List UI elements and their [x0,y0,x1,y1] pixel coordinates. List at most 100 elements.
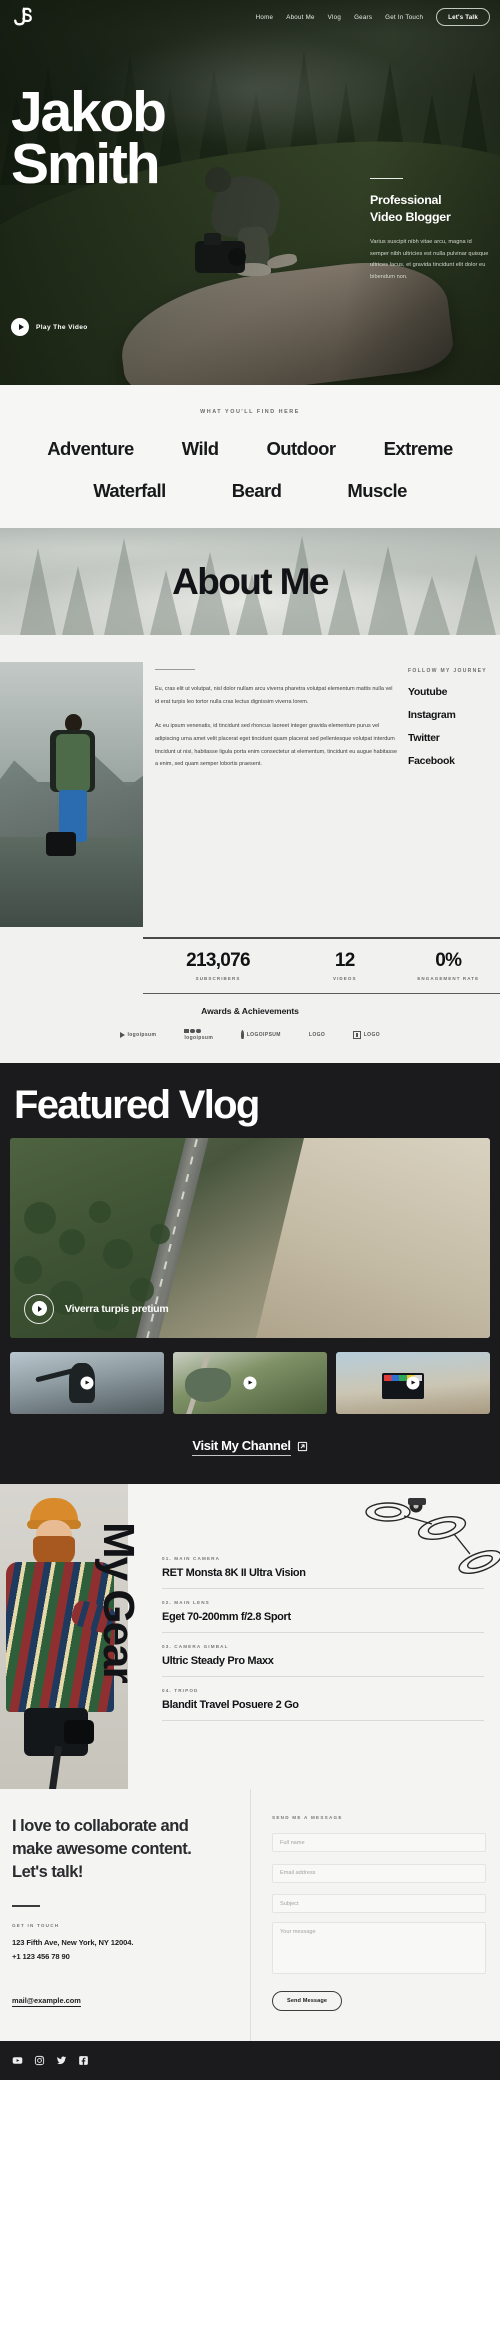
stat-subscribers: 213,076 Subscribers [143,950,293,981]
award-logos: logoipsum logoipsum LOGOIPSUM LOGO LOGO [0,1028,500,1041]
gear-number: 01. Main Camera [162,1555,221,1561]
featured-vlog-caption[interactable]: Viverra turpis pretium [24,1293,169,1324]
logo-text: LOGO [363,1031,381,1038]
awards-title: Awards & Achievements [201,1005,299,1016]
social-link-youtube[interactable]: Youtube [408,686,490,698]
gear-number: 02. Main Lens [162,1599,210,1605]
play-the-video-button[interactable]: Play The Video [11,318,88,336]
nav-item-vlog[interactable]: Vlog [328,14,341,21]
about-grid: Eu, cras elit ut volutpat, nisl dolor nu… [0,635,500,927]
gear-item-tripod: 04. Tripod Blandit Travel Posuere 2 Go [162,1688,484,1721]
social-link-instagram[interactable]: Instagram [408,709,490,721]
category-outdoor[interactable]: Outdoor [266,438,336,460]
stat-value: 12 [334,949,355,971]
get-in-touch-label: Get In Touch [12,1923,60,1929]
gear-number: 03. Camera Gimbal [162,1643,229,1649]
category-wild[interactable]: Wild [182,438,219,460]
external-link-icon [297,1442,307,1452]
stat-value: 213,076 [186,949,250,971]
hero-subtitle-line2: Video Blogger [370,209,451,224]
nav-item-about-me[interactable]: About Me [286,14,314,21]
send-message-button[interactable]: Send Message [272,1991,343,2012]
social-link-twitter[interactable]: Twitter [408,732,490,744]
logo-text: logoipsum [127,1031,157,1038]
about-paragraph-2: Ac eu ipsum venenatis, id tincidunt sed … [155,723,398,768]
social-link-facebook[interactable]: Facebook [408,755,490,767]
hero-subtitle-line1: Professional [370,193,442,208]
lets-talk-button[interactable]: Let's Talk [436,8,490,26]
gear-list: 01. Main Camera RET Monsta 8K II Ultra V… [162,1556,484,1721]
brand-logo-icon[interactable] [12,6,34,28]
nav-item-get-in-touch[interactable]: Get In Touch [385,14,423,21]
category-beard[interactable]: Beard [232,480,282,502]
contact-phone: +1 123 456 78 90 [12,1952,70,1962]
featured-vlog-player[interactable]: Viverra turpis pretium [10,1137,490,1338]
category-adventure[interactable]: Adventure [47,438,134,460]
categories-row-2: Waterfall Beard Muscle [0,480,500,502]
vlog-thumbnail-3[interactable] [336,1351,490,1414]
gear-name: Blandit Travel Posuere 2 Go [162,1698,299,1711]
gear-name: Eget 70-200mm f/2.8 Sport [162,1610,291,1623]
twitter-icon[interactable] [56,2055,67,2066]
follow-label: Follow My Journey [408,668,487,674]
facebook-icon[interactable] [78,2055,89,2066]
award-logo-5: LOGO [353,1030,381,1039]
play-icon [11,318,29,336]
top-navigation: Home About Me Vlog Gears Get In Touch Le… [0,0,500,34]
about-paragraph-1: Eu, cras elit ut volutpat, nisl dolor nu… [155,686,393,706]
nav-item-gears[interactable]: Gears [354,14,372,21]
my-gear-section: My Gear 01. Main Camera RET Monsta 8K II… [0,1483,500,1789]
award-logo-3: LOGOIPSUM [241,1030,281,1040]
contact-section: I love to collaborate and make awesome c… [0,1788,500,2042]
landing-page: Home About Me Vlog Gears Get In Touch Le… [0,0,500,2081]
gear-number: 04. Tripod [162,1687,199,1693]
footer [0,2041,500,2081]
instagram-icon[interactable] [34,2055,45,2066]
categories-row-1: Adventure Wild Outdoor Extreme [0,438,500,460]
gear-item-main-camera: 01. Main Camera RET Monsta 8K II Ultra V… [162,1556,484,1589]
categories-section: What You'll Find Here Adventure Wild Out… [0,385,500,528]
subject-input[interactable] [272,1894,486,1914]
category-extreme[interactable]: Extreme [384,438,454,460]
about-section: Eu, cras elit ut volutpat, nisl dolor nu… [0,635,500,1063]
gear-item-main-lens: 02. Main Lens Eget 70-200mm f/2.8 Sport [162,1600,484,1633]
about-banner: About Me [0,528,500,635]
vlog-thumbnail-1[interactable] [10,1351,164,1414]
play-icon [24,1293,54,1324]
stat-value: 0% [435,949,462,971]
featured-vlog-caption-text: Viverra turpis pretium [65,1302,169,1315]
stat-label: Subscribers [195,975,241,981]
award-logo-4: LOGO [309,1032,325,1038]
about-text: Eu, cras elit ut volutpat, nisl dolor nu… [143,662,408,927]
full-name-input[interactable] [272,1833,486,1853]
nav-links: Home About Me Vlog Gears Get In Touch Le… [256,8,500,26]
contact-form: Send Me A Message Send Message [250,1815,500,2012]
divider [370,178,403,180]
visit-my-channel-link[interactable]: Visit My Channel [0,1414,500,1460]
play-label: Play The Video [36,323,88,331]
gear-item-camera-gimbal: 03. Camera Gimbal Ultric Steady Pro Maxx [162,1644,484,1677]
category-muscle[interactable]: Muscle [347,480,407,502]
play-icon [80,1376,94,1390]
nav-item-home[interactable]: Home [256,14,274,21]
my-gear-title: My Gear [94,1521,143,1682]
contact-email-link[interactable]: mail@example.com [12,1996,81,2008]
hero-paragraph: Varius suscipit nibh vitae arcu, magna i… [370,239,489,280]
stat-label: Videos [332,975,357,981]
hero-tagline-block: Professional Video Blogger Varius suscip… [370,178,490,283]
youtube-icon[interactable] [12,2055,23,2066]
email-address-input[interactable] [272,1863,486,1883]
vlog-thumbnails [0,1338,500,1414]
visit-my-channel-label: Visit My Channel [192,1438,291,1456]
award-logo-2: logoipsum [184,1028,213,1041]
hero-subtitle: Professional Video Blogger [370,192,490,225]
follow-my-journey: Follow My Journey Youtube Instagram Twit… [408,662,500,927]
form-label: Send Me A Message [272,1814,343,1820]
vlog-thumbnail-2[interactable] [173,1351,327,1414]
message-textarea[interactable] [272,1922,486,1975]
stat-engagement-rate: 0% Engagement Rate [397,950,500,981]
gear-name: RET Monsta 8K II Ultra Vision [162,1566,306,1579]
about-photo [0,662,143,927]
hero-title-line2: Smith [11,132,161,197]
category-waterfall[interactable]: Waterfall [93,480,166,502]
